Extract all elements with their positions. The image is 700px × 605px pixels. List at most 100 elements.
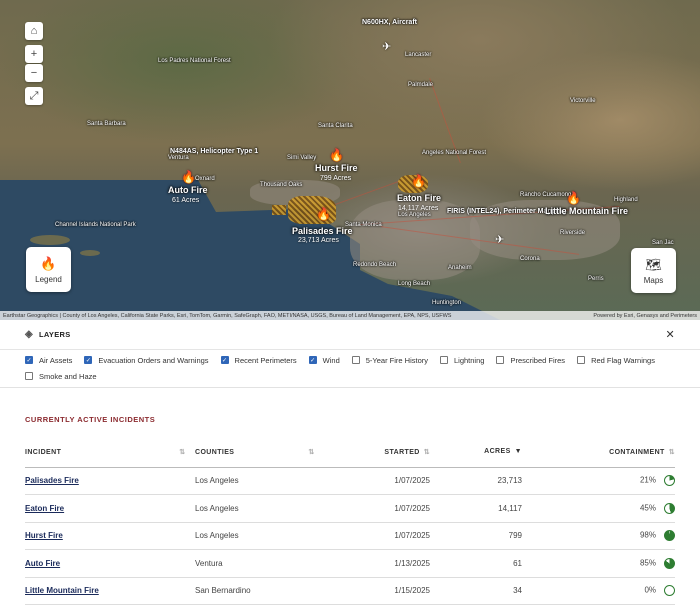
containment-cell: 45% [522,494,675,523]
flame-icon: 🔥 [40,255,57,271]
fire-perimeter[interactable] [272,205,286,215]
layer-toggle[interactable]: ✓ Wind [308,352,340,368]
fire-map[interactable]: ⌂ + − ⤢ 🔥 Legend 🗺 Maps Los Padres Natio… [0,0,700,320]
incident-link[interactable]: Hurst Fire [25,522,195,550]
county-cell: San Bernardino [195,577,335,605]
fire-acres-label: 61 Acres [172,197,200,204]
started-cell: 1/07/2025 [335,467,430,495]
table-row: Hurst Fire Los Angeles 1/07/2025 799 98% [25,522,675,550]
layer-toggle[interactable]: ✓ Evacuation Orders and Warnings [84,352,209,368]
acres-cell: 34 [430,577,522,605]
county-cell: Ventura [195,549,335,578]
started-cell: 1/07/2025 [335,522,430,550]
containment-pie-icon [664,475,675,487]
layer-toggle[interactable]: Prescribed Fires [496,352,565,368]
legend-label: Legend [35,274,62,284]
section-title: CURRENTLY ACTIVE INCIDENTS [25,415,156,424]
county-cell: Los Angeles [195,467,335,495]
layer-toggle[interactable]: Lightning [440,352,484,368]
incident-link[interactable]: Palisades Fire [25,467,195,495]
maps-button[interactable]: 🗺 Maps [631,248,676,293]
map-attribution: Earthstar Geographics | County of Los An… [0,311,700,320]
sort-icon: ⇅ [668,448,675,456]
fire-label: Palisades Fire [292,226,353,236]
layer-toggle[interactable]: Red Flag Warnings [577,352,655,368]
column-containment[interactable]: CONTAINMENT ⇅ [522,437,675,468]
containment-pie-icon [664,557,675,569]
fire-marker-icon[interactable]: 🔥 [329,148,344,162]
aircraft-icon[interactable]: ✈ [495,233,504,246]
minus-icon: − [30,67,38,79]
checkbox-unchecked[interactable] [577,356,586,364]
place-label: Highland [614,197,638,203]
maps-label: Maps [643,275,664,285]
checkbox-checked[interactable]: ✓ [25,356,33,364]
containment-value: 85% [639,558,656,568]
place-label: Victorville [570,98,596,104]
containment-pie-icon [664,585,675,597]
place-label: Corona [520,256,540,262]
home-button[interactable]: ⌂ [25,22,43,40]
place-label: Perris [588,276,604,282]
column-acres[interactable]: ACRES ▼ [430,437,522,468]
checkbox-unchecked[interactable] [440,356,448,364]
fullscreen-button[interactable]: ⤢ [25,87,43,105]
county-cell: Los Angeles [195,494,335,523]
place-label: Los Padres National Forest [158,58,231,64]
fire-label: Eaton Fire [397,193,442,203]
incident-link[interactable]: Little Mountain Fire [25,577,195,605]
layer-toggle[interactable]: ✓ Air Assets [25,352,72,368]
checkbox-unchecked[interactable] [25,372,33,380]
fire-marker-icon[interactable]: 🔥 [411,174,426,188]
started-cell: 1/07/2025 [335,494,430,523]
column-counties[interactable]: COUNTIES ⇅ [195,437,335,468]
aircraft-label: N600HX, Aircraft [362,19,417,26]
table-row: Palisades Fire Los Angeles 1/07/2025 23,713… [25,467,675,495]
checkbox-unchecked[interactable] [351,356,360,364]
incidents-section: CURRENTLY ACTIVE INCIDENTS INCIDENT ⇅ COU… [25,388,675,605]
place-label: Anaheim [448,265,472,271]
acres-cell: 14,117 [430,494,522,523]
place-label: Long Beach [398,281,431,287]
fire-marker-icon[interactable]: 🔥 [566,191,581,205]
aircraft-icon[interactable]: ✈ [382,40,391,53]
layer-toggle[interactable]: ✓ Recent Perimeters [220,352,297,368]
table-row: Little Mountain Fire San Bernardino 1/15/2… [25,577,675,605]
place-label: Channel Islands National Park [55,222,136,228]
map-icon: 🗺 [645,256,662,272]
layer-toggle[interactable]: Smoke and Haze [25,368,97,384]
checkbox-checked[interactable]: ✓ [220,356,229,364]
layer-label: Prescribed Fires [510,355,566,365]
plus-icon: + [30,48,38,60]
column-incident[interactable]: INCIDENT ⇅ [25,437,195,468]
layers-panel: ◈ LAYERS ✕ ✓ Air Assets ✓ Evacuation Orders… [0,320,700,388]
place-label: San Jac [652,240,674,246]
checkbox-checked[interactable]: ✓ [84,356,93,364]
checkbox-checked[interactable]: ✓ [308,356,317,364]
fire-marker-icon[interactable]: 🔥 [181,170,196,184]
place-label: Oxnard [195,176,215,182]
layer-label: 5-Year Fire History [365,355,428,365]
containment-cell: 21% [522,467,675,495]
incident-link[interactable]: Auto Fire [25,549,195,578]
started-cell: 1/13/2025 [335,549,430,578]
containment-value: 98% [639,530,656,540]
zoom-out-button[interactable]: − [25,64,43,82]
incident-link[interactable]: Eaton Fire [25,494,195,523]
place-label: Los Angeles [398,212,431,218]
column-started[interactable]: STARTED ⇅ [335,437,430,468]
checkbox-unchecked[interactable] [496,356,505,364]
table-row: Eaton Fire Los Angeles 1/07/2025 14,117 45% [25,494,675,523]
close-icon[interactable]: ✕ [665,328,675,341]
fire-marker-icon[interactable]: 🔥 [316,207,331,221]
sort-desc-icon: ▼ [514,448,522,456]
layer-toggle[interactable]: 5-Year Fire History [351,352,428,368]
acres-cell: 23,713 [430,467,522,495]
fullscreen-icon: ⤢ [29,89,39,102]
zoom-in-button[interactable]: + [25,45,43,63]
place-label: Angeles National Forest [422,150,487,156]
fire-label: Auto Fire [168,185,208,195]
legend-button[interactable]: 🔥 Legend [26,247,71,292]
fire-acres-label: 799 Acres [320,175,352,182]
fire-label: Hurst Fire [315,163,358,173]
